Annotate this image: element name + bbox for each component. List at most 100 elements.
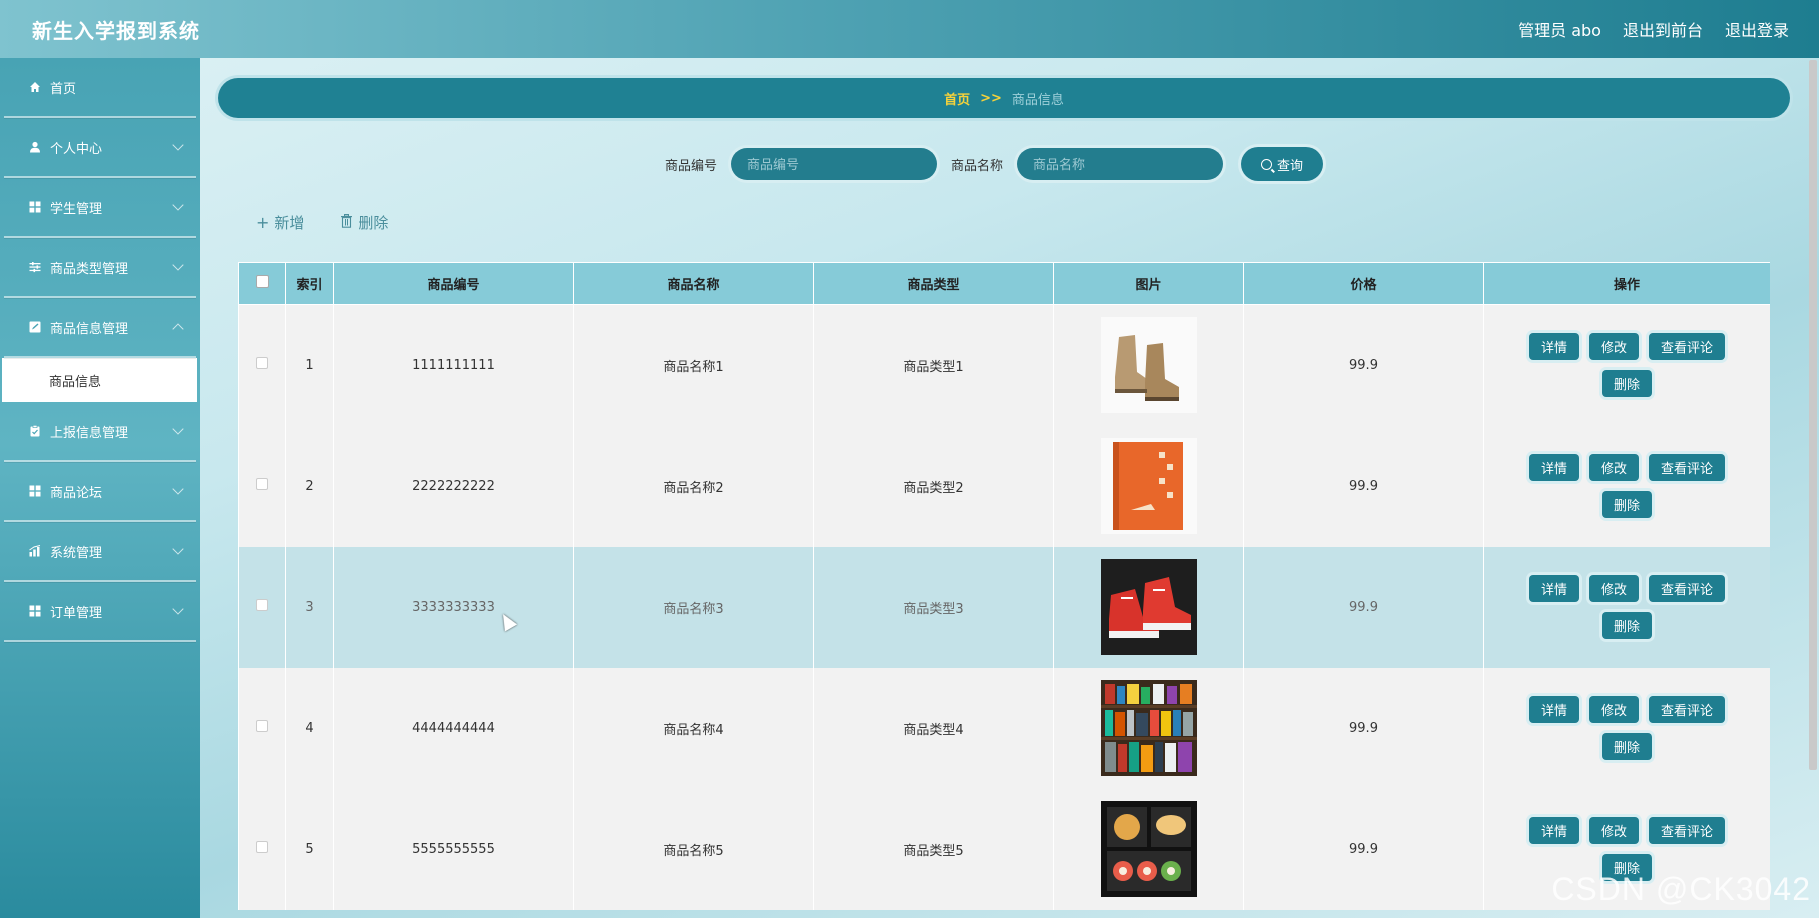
index-cell: 3 bbox=[285, 546, 334, 668]
sidebar-item-label: 上报信息管理 bbox=[50, 425, 129, 441]
breadcrumb-separator: >> bbox=[980, 90, 1002, 106]
price-cell: 99.9 bbox=[1243, 788, 1484, 910]
edit-button[interactable]: 修改 bbox=[1588, 696, 1639, 723]
chevron-down-icon bbox=[172, 543, 184, 555]
user-icon bbox=[28, 140, 42, 154]
sidebar-item-student-management[interactable]: 学生管理 bbox=[4, 178, 196, 238]
row-checkbox[interactable] bbox=[256, 720, 268, 732]
code-cell: 4444444444 bbox=[333, 667, 574, 789]
chevron-down-icon bbox=[172, 139, 184, 151]
product-image-sneakers bbox=[1100, 559, 1197, 655]
view-comments-button[interactable]: 查看评论 bbox=[1649, 817, 1726, 844]
ops-cell: 详情 修改 查看评论 删除 bbox=[1483, 667, 1770, 789]
code-cell: 5555555555 bbox=[333, 788, 574, 910]
price-cell: 99.9 bbox=[1243, 425, 1484, 547]
sidebar-item-personal-center[interactable]: 个人中心 bbox=[4, 118, 196, 178]
row-checkbox[interactable] bbox=[256, 478, 268, 490]
table-row[interactable]: 4 4444444444 商品名称4 商品类型4 99.9 详情 修改 查看评论… bbox=[238, 667, 1770, 789]
detail-button[interactable]: 详情 bbox=[1528, 333, 1579, 361]
code-cell: 1111111111 bbox=[333, 304, 574, 426]
row-checkbox[interactable] bbox=[256, 599, 268, 611]
sidebar-item-product-type-management[interactable]: 商品类型管理 bbox=[4, 238, 196, 298]
product-name-input[interactable] bbox=[1017, 148, 1224, 180]
admin-user-link[interactable]: 管理员 abo bbox=[1518, 17, 1601, 41]
row-checkbox[interactable] bbox=[256, 841, 268, 853]
detail-button[interactable]: 详情 bbox=[1528, 454, 1579, 481]
sidebar-item-label: 商品信息管理 bbox=[50, 321, 129, 337]
page-scrollbar[interactable] bbox=[1809, 60, 1817, 770]
sidebar-item-report-info-management[interactable]: 上报信息管理 bbox=[4, 402, 196, 462]
sidebar-subitem-product-info[interactable]: 商品信息 bbox=[2, 358, 197, 402]
grid-icon bbox=[28, 604, 42, 618]
sidebar-item-system-management[interactable]: 系统管理 bbox=[4, 522, 196, 582]
detail-button[interactable]: 详情 bbox=[1528, 817, 1579, 844]
view-comments-button[interactable]: 查看评论 bbox=[1649, 454, 1726, 481]
index-cell: 2 bbox=[285, 425, 334, 547]
edit-button[interactable]: 修改 bbox=[1588, 333, 1639, 361]
plus-icon: + bbox=[256, 213, 270, 232]
sidebar-item-label: 商品论坛 bbox=[50, 485, 103, 501]
chevron-down-icon bbox=[172, 483, 184, 495]
query-button-label: 查询 bbox=[1277, 158, 1304, 174]
clipboard-icon bbox=[28, 424, 42, 438]
add-button[interactable]: + 新增 bbox=[256, 212, 304, 233]
toolbar: + 新增 删除 bbox=[256, 212, 388, 233]
logout-link[interactable]: 退出登录 bbox=[1725, 17, 1789, 41]
product-code-input[interactable] bbox=[731, 148, 938, 180]
name-cell: 商品名称4 bbox=[573, 667, 814, 789]
row-select-cell bbox=[238, 425, 286, 547]
delete-row-button[interactable]: 删除 bbox=[1601, 491, 1652, 518]
product-code-label: 商品编号 bbox=[665, 158, 718, 174]
app-title: 新生入学报到系统 bbox=[32, 18, 200, 43]
query-button[interactable]: 查询 bbox=[1241, 147, 1324, 181]
header-links: 管理员 abo 退出到前台 退出登录 bbox=[1518, 17, 1789, 41]
sidebar-item-label: 首页 bbox=[50, 81, 77, 97]
row-select-cell bbox=[238, 788, 286, 910]
product-image-food bbox=[1100, 801, 1197, 897]
view-comments-button[interactable]: 查看评论 bbox=[1649, 575, 1726, 602]
search-bar: 商品编号 商品名称 查询 bbox=[665, 147, 1324, 181]
chart-icon bbox=[28, 544, 42, 558]
image-cell bbox=[1053, 304, 1244, 426]
edit-button[interactable]: 修改 bbox=[1588, 454, 1639, 481]
chevron-down-icon bbox=[172, 603, 184, 615]
select-all-cell bbox=[238, 262, 286, 305]
table-row[interactable]: 3 3333333333 商品名称3 商品类型3 99.9 详情 修改 查看评论… bbox=[238, 546, 1770, 668]
table-row[interactable]: 1 1111111111 商品名称1 商品类型1 99.9 详情 修改 查看评论… bbox=[238, 304, 1770, 426]
row-checkbox[interactable] bbox=[256, 357, 268, 370]
sidebar-item-product-forum[interactable]: 商品论坛 bbox=[4, 462, 196, 522]
chevron-down-icon bbox=[172, 259, 184, 271]
edit-button[interactable]: 修改 bbox=[1588, 817, 1639, 844]
ops-cell: 详情 修改 查看评论 删除 bbox=[1483, 546, 1770, 668]
view-comments-button[interactable]: 查看评论 bbox=[1649, 696, 1726, 723]
name-cell: 商品名称1 bbox=[573, 304, 814, 426]
sidebar-item-product-info-management[interactable]: 商品信息管理 bbox=[4, 298, 196, 358]
delete-button[interactable]: 删除 bbox=[340, 212, 388, 233]
sidebar-item-home[interactable]: 首页 bbox=[4, 58, 196, 118]
breadcrumb-home-link[interactable]: 首页 bbox=[944, 89, 970, 108]
edit-button[interactable]: 修改 bbox=[1588, 575, 1639, 602]
row-select-cell bbox=[238, 667, 286, 789]
select-all-checkbox[interactable] bbox=[255, 275, 269, 288]
delete-row-button[interactable]: 删除 bbox=[1601, 733, 1652, 760]
type-cell: 商品类型5 bbox=[813, 788, 1054, 910]
grid-icon bbox=[28, 484, 42, 498]
search-icon bbox=[1261, 158, 1273, 170]
view-comments-button[interactable]: 查看评论 bbox=[1649, 333, 1726, 361]
detail-button[interactable]: 详情 bbox=[1528, 696, 1579, 723]
image-cell bbox=[1053, 425, 1244, 547]
table-row[interactable]: 2 2222222222 商品名称2 商品类型2 99.9 详情 修改 查看评论… bbox=[238, 425, 1770, 547]
product-image-book bbox=[1100, 438, 1197, 534]
back-to-frontend-link[interactable]: 退出到前台 bbox=[1623, 17, 1703, 41]
sidebar-item-label: 订单管理 bbox=[50, 605, 103, 621]
table-row[interactable]: 5 5555555555 商品名称5 商品类型5 99.9 详情 修改 查看评论… bbox=[238, 788, 1770, 910]
sidebar: 首页 个人中心 学生管理 商品类型管理 商品信息管理 商品信息 上报信息管理 商… bbox=[0, 58, 200, 918]
top-header: 新生入学报到系统 管理员 abo 退出到前台 退出登录 bbox=[0, 0, 1819, 58]
column-header: 商品类型 bbox=[813, 262, 1054, 305]
detail-button[interactable]: 详情 bbox=[1528, 575, 1579, 602]
index-cell: 4 bbox=[285, 667, 334, 789]
grid-icon bbox=[28, 200, 42, 214]
delete-row-button[interactable]: 删除 bbox=[1601, 370, 1652, 398]
delete-row-button[interactable]: 删除 bbox=[1601, 612, 1652, 639]
sidebar-item-order-management[interactable]: 订单管理 bbox=[4, 582, 196, 642]
